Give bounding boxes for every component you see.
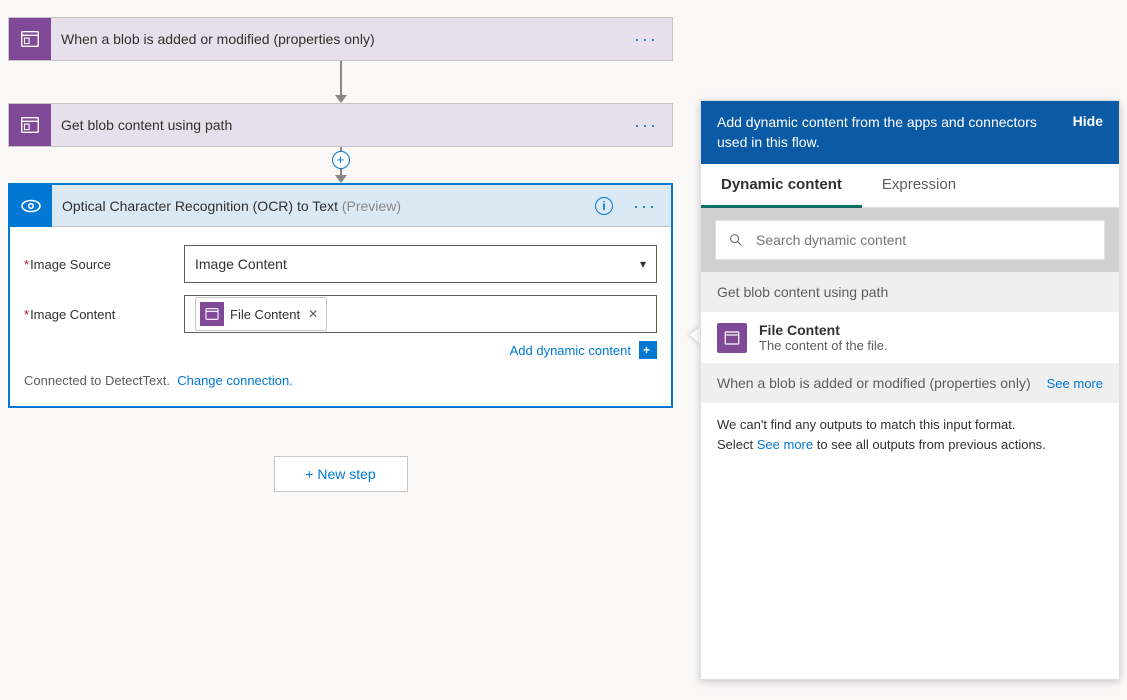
trigger-menu-button[interactable]: ··· xyxy=(630,30,662,48)
panel-header: Add dynamic content from the apps and co… xyxy=(701,101,1119,164)
search-input[interactable] xyxy=(754,231,1092,249)
search-bar[interactable] xyxy=(715,220,1105,260)
ocr-body: Image Source Image Content ▾ Image Conte… xyxy=(10,227,671,406)
trigger-title: When a blob is added or modified (proper… xyxy=(61,31,620,47)
image-content-label: Image Content xyxy=(24,307,184,322)
no-outputs-post: to see all outputs from previous actions… xyxy=(813,437,1046,452)
add-step-between-button[interactable] xyxy=(332,151,350,169)
action-getblob-header: Get blob content using path ··· xyxy=(9,104,672,146)
connector-arrow xyxy=(335,61,347,103)
no-outputs-see-more-link[interactable]: See more xyxy=(757,437,813,452)
action-getblob-menu-button[interactable]: ··· xyxy=(630,116,662,134)
image-content-input[interactable]: File Content ✕ xyxy=(184,295,657,333)
storage-icon xyxy=(200,302,224,326)
dynamic-content-panel: Add dynamic content from the apps and co… xyxy=(700,100,1120,680)
connection-row: Connected to DetectText. Change connecti… xyxy=(24,373,657,388)
dynamic-item-text: File Content The content of the file. xyxy=(759,322,888,353)
image-content-row: Image Content File Content ✕ xyxy=(24,295,657,333)
image-source-row: Image Source Image Content ▾ xyxy=(24,245,657,283)
storage-icon xyxy=(9,18,51,60)
dynamic-item-file-content[interactable]: File Content The content of the file. xyxy=(701,312,1119,363)
token-remove-button[interactable]: ✕ xyxy=(308,307,318,321)
tab-dynamic-content[interactable]: Dynamic content xyxy=(701,164,862,208)
action-getblob-title: Get blob content using path xyxy=(61,117,620,133)
info-icon[interactable]: i xyxy=(595,197,613,215)
search-bar-wrap xyxy=(701,208,1119,272)
group-trigger-header: When a blob is added or modified (proper… xyxy=(701,363,1119,403)
trigger-header: When a blob is added or modified (proper… xyxy=(9,18,672,60)
file-content-token: File Content ✕ xyxy=(195,297,327,331)
panel-tabs: Dynamic content Expression xyxy=(701,164,1119,208)
action-getblob-card[interactable]: Get blob content using path ··· xyxy=(8,103,673,147)
group-getblob-header: Get blob content using path xyxy=(701,272,1119,312)
change-connection-link[interactable]: Change connection. xyxy=(177,373,293,388)
connector-arrow-with-add xyxy=(335,147,347,183)
flow-column: When a blob is added or modified (proper… xyxy=(8,17,673,492)
ocr-menu-button[interactable]: ··· xyxy=(629,197,661,215)
storage-icon xyxy=(9,104,51,146)
connected-to-text: Connected to DetectText. xyxy=(24,373,170,388)
panel-hide-button[interactable]: Hide xyxy=(1073,113,1103,129)
panel-header-text: Add dynamic content from the apps and co… xyxy=(717,113,1059,152)
no-outputs-message: We can't find any outputs to match this … xyxy=(701,403,1119,466)
ocr-title-text: Optical Character Recognition (OCR) to T… xyxy=(62,198,338,214)
ocr-header[interactable]: Optical Character Recognition (OCR) to T… xyxy=(10,185,671,227)
trigger-card[interactable]: When a blob is added or modified (proper… xyxy=(8,17,673,61)
add-dynamic-content-button[interactable] xyxy=(639,341,657,359)
group-getblob-title: Get blob content using path xyxy=(717,284,888,300)
image-source-label: Image Source xyxy=(24,257,184,272)
group-trigger-title: When a blob is added or modified (proper… xyxy=(717,375,1031,391)
dynamic-item-title: File Content xyxy=(759,322,888,338)
image-source-value: Image Content xyxy=(195,256,287,272)
no-outputs-line1: We can't find any outputs to match this … xyxy=(717,415,1103,435)
token-label: File Content xyxy=(230,307,300,322)
new-step-button[interactable]: + New step xyxy=(274,456,408,492)
new-step-label: + New step xyxy=(305,466,375,482)
ocr-card: Optical Character Recognition (OCR) to T… xyxy=(8,183,673,408)
search-icon xyxy=(728,232,744,248)
no-outputs-pre: Select xyxy=(717,437,757,452)
tab-expression[interactable]: Expression xyxy=(862,164,976,207)
ocr-title: Optical Character Recognition (OCR) to T… xyxy=(62,198,585,214)
eye-icon xyxy=(10,185,52,227)
add-dynamic-row: Add dynamic content xyxy=(184,341,657,359)
ocr-preview-label: (Preview) xyxy=(342,198,401,214)
add-dynamic-content-link[interactable]: Add dynamic content xyxy=(510,343,631,358)
image-source-dropdown[interactable]: Image Content ▾ xyxy=(184,245,657,283)
see-more-link[interactable]: See more xyxy=(1047,376,1103,391)
chevron-down-icon: ▾ xyxy=(640,257,646,271)
storage-icon xyxy=(717,323,747,353)
dynamic-item-desc: The content of the file. xyxy=(759,338,888,353)
